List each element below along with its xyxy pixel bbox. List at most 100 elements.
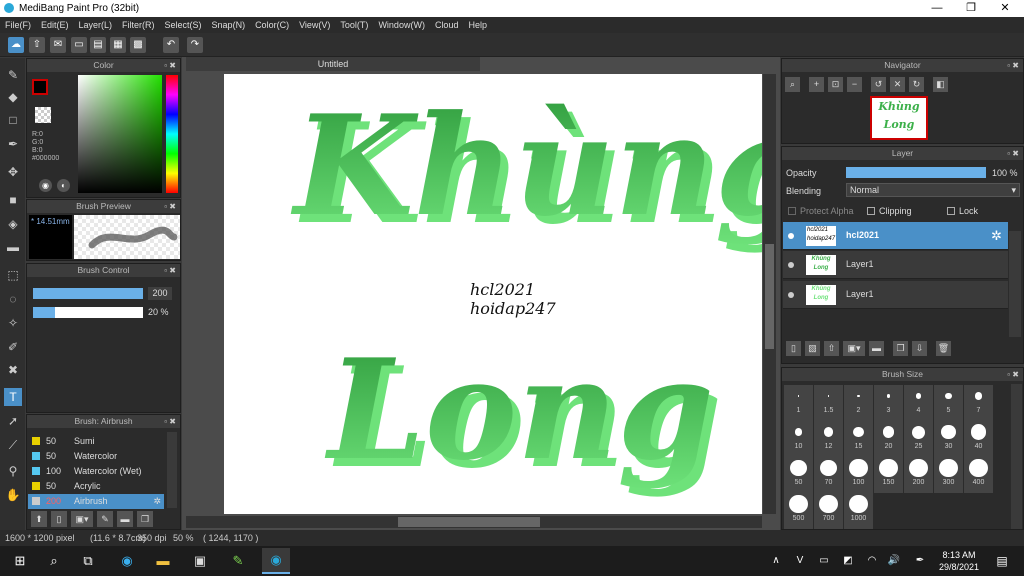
grid-icon[interactable]: ▦ — [110, 37, 126, 53]
gradient-tool-icon[interactable]: ▬ — [4, 238, 22, 256]
menu-snap[interactable]: Snap(N) — [207, 17, 251, 33]
panel-controls-icon[interactable]: ▫ ✖ — [1007, 147, 1019, 160]
menu-cloud[interactable]: Cloud — [430, 17, 464, 33]
new-brush-icon[interactable]: ▯ — [51, 511, 67, 527]
windows-start-icon[interactable]: ⊞ — [10, 551, 30, 571]
zoom-icon[interactable]: ⌕ — [785, 77, 800, 92]
eraser-tool-icon[interactable]: ◆ — [4, 88, 22, 106]
navigator-thumbnail[interactable]: Khùng Long — [870, 96, 928, 140]
brush-item-selected[interactable]: 200 Airbrush ✲ — [28, 494, 164, 509]
brush-size-option[interactable]: 30 — [934, 421, 963, 457]
brush-list-scrollbar[interactable] — [167, 432, 177, 508]
brush-size-option[interactable]: 700 — [814, 493, 843, 529]
layer-row[interactable]: Khùng Long Layer1 — [783, 281, 1008, 309]
rotate-left-icon[interactable]: ↺ — [871, 77, 886, 92]
brush-size-option[interactable]: 25 — [904, 421, 933, 457]
select-rect-icon[interactable]: ⬚ — [4, 266, 22, 284]
brush-size-option[interactable]: 20 — [874, 421, 903, 457]
vpn-icon[interactable]: V — [790, 551, 810, 571]
move-tool-icon[interactable]: ✥ — [4, 163, 22, 181]
brush-size-option[interactable]: 1 — [784, 385, 813, 421]
menu-window[interactable]: Window(W) — [373, 17, 430, 33]
brush-size-option[interactable]: 150 — [874, 457, 903, 493]
lasso-tool-icon[interactable]: ◌ — [4, 290, 22, 308]
brush-size-option[interactable]: 400 — [964, 457, 993, 493]
tiles-icon[interactable]: ▩ — [130, 37, 146, 53]
merge-layer-icon[interactable]: ⇩ — [912, 341, 927, 356]
brush-size-option[interactable]: 1000 — [844, 493, 873, 529]
foreground-color[interactable] — [32, 79, 48, 95]
battery-icon[interactable]: ▭ — [814, 551, 834, 571]
minimize-button[interactable]: — — [920, 1, 954, 16]
tray-chevron-icon[interactable]: ∧ — [766, 551, 786, 571]
menu-color[interactable]: Color(C) — [250, 17, 294, 33]
menu-select[interactable]: Select(S) — [160, 17, 207, 33]
zoom-out-icon[interactable]: − — [847, 77, 862, 92]
brush-size-slider[interactable] — [33, 288, 143, 299]
text-tool-icon[interactable]: T — [4, 388, 22, 406]
flip-icon[interactable]: ✕ — [890, 77, 905, 92]
brush-size-option[interactable]: 40 — [964, 421, 993, 457]
panel-controls-icon[interactable]: ▫ ✖ — [1007, 368, 1019, 381]
store-icon[interactable]: ▣ — [190, 551, 210, 571]
chat-icon[interactable]: ▭ — [71, 37, 87, 53]
search-icon[interactable]: ⌕ — [44, 551, 64, 571]
visibility-icon[interactable] — [788, 262, 794, 268]
clipping-checkbox[interactable] — [867, 207, 875, 215]
brush-size-scrollbar[interactable] — [1011, 384, 1022, 529]
brush-size-option[interactable]: 50 — [784, 457, 813, 493]
file-explorer-icon[interactable]: ▬ — [153, 551, 173, 571]
panel-controls-icon[interactable]: ▫ ✖ — [1007, 59, 1019, 72]
brush-add-icon[interactable]: ⬆ — [31, 511, 47, 527]
bucket-tool-icon[interactable]: ◈ — [4, 215, 22, 233]
horizontal-scroll-thumb[interactable] — [398, 517, 540, 527]
rectangle-tool-icon[interactable]: □ — [4, 111, 22, 129]
brush-item[interactable]: 50 Sumi — [28, 434, 164, 449]
brush-item[interactable]: 100 Watercolor (Wet) — [28, 464, 164, 479]
brush-size-option[interactable]: 2 — [844, 385, 873, 421]
zoom-in-icon[interactable]: + — [809, 77, 824, 92]
brush-size-option[interactable]: 100 — [844, 457, 873, 493]
new-halftone-layer-icon[interactable]: ▧ — [805, 341, 820, 356]
layer-opacity-slider[interactable] — [846, 167, 986, 178]
vertical-scroll-thumb[interactable] — [765, 244, 774, 349]
brush-size-option[interactable]: 1.5 — [814, 385, 843, 421]
mirror-icon[interactable]: ◧ — [933, 77, 948, 92]
protect-alpha-option[interactable]: Protect Alpha — [788, 206, 854, 216]
brush-size-option[interactable]: 3 — [874, 385, 903, 421]
redo-icon[interactable]: ↷ — [187, 37, 203, 53]
pen-tool-icon[interactable]: ✒ — [4, 135, 22, 153]
pen-icon[interactable]: ✒ — [910, 551, 930, 571]
medibang-taskbar-icon[interactable]: ◉ — [262, 548, 290, 574]
import-layer-icon[interactable]: ⇧ — [824, 341, 839, 356]
brush-size-option[interactable]: 300 — [934, 457, 963, 493]
hand-tool-icon[interactable]: ✋ — [4, 486, 22, 504]
eyedropper-icon[interactable]: ⚲ — [4, 462, 22, 480]
rotate-right-icon[interactable]: ↻ — [909, 77, 924, 92]
lock-option[interactable]: Lock — [947, 206, 978, 216]
select-eraser-icon[interactable]: ✖ — [4, 361, 22, 379]
new-layer-icon[interactable]: ▯ — [786, 341, 801, 356]
clipping-option[interactable]: Clipping — [867, 206, 912, 216]
canvas-tab[interactable]: Untitled — [186, 57, 480, 71]
blending-select[interactable]: Normal ▾ — [846, 183, 1020, 197]
protect-alpha-checkbox[interactable] — [788, 207, 796, 215]
canvas-horizontal-scrollbar[interactable] — [186, 516, 762, 528]
transparent-color[interactable] — [35, 107, 51, 123]
layer-row-selected[interactable]: hcl2021 hoidap247 hcl2021 ✲ — [783, 222, 1008, 250]
layer-scrollbar[interactable] — [1009, 231, 1021, 337]
delete-layer-icon[interactable]: 🗑 — [936, 341, 951, 356]
brush-size-option[interactable]: 200 — [904, 457, 933, 493]
duplicate-layer-icon[interactable]: ❐ — [893, 341, 908, 356]
brush-item[interactable]: 50 Acrylic — [28, 479, 164, 494]
share-icon[interactable]: ⇧ — [29, 37, 45, 53]
visibility-icon[interactable] — [788, 292, 794, 298]
panel-controls-icon[interactable]: ▫ ✖ — [164, 264, 176, 277]
brush-menu-icon[interactable]: ▣▾ — [71, 511, 93, 527]
select-pen-icon[interactable]: ✐ — [4, 338, 22, 356]
add-layer-menu-icon[interactable]: ▣▾ — [843, 341, 865, 356]
wifi-icon[interactable]: ◠ — [862, 551, 882, 571]
panel-controls-icon[interactable]: ▫ ✖ — [164, 59, 176, 72]
menu-layer[interactable]: Layer(L) — [74, 17, 118, 33]
notifications-icon[interactable]: ▤ — [992, 551, 1012, 571]
